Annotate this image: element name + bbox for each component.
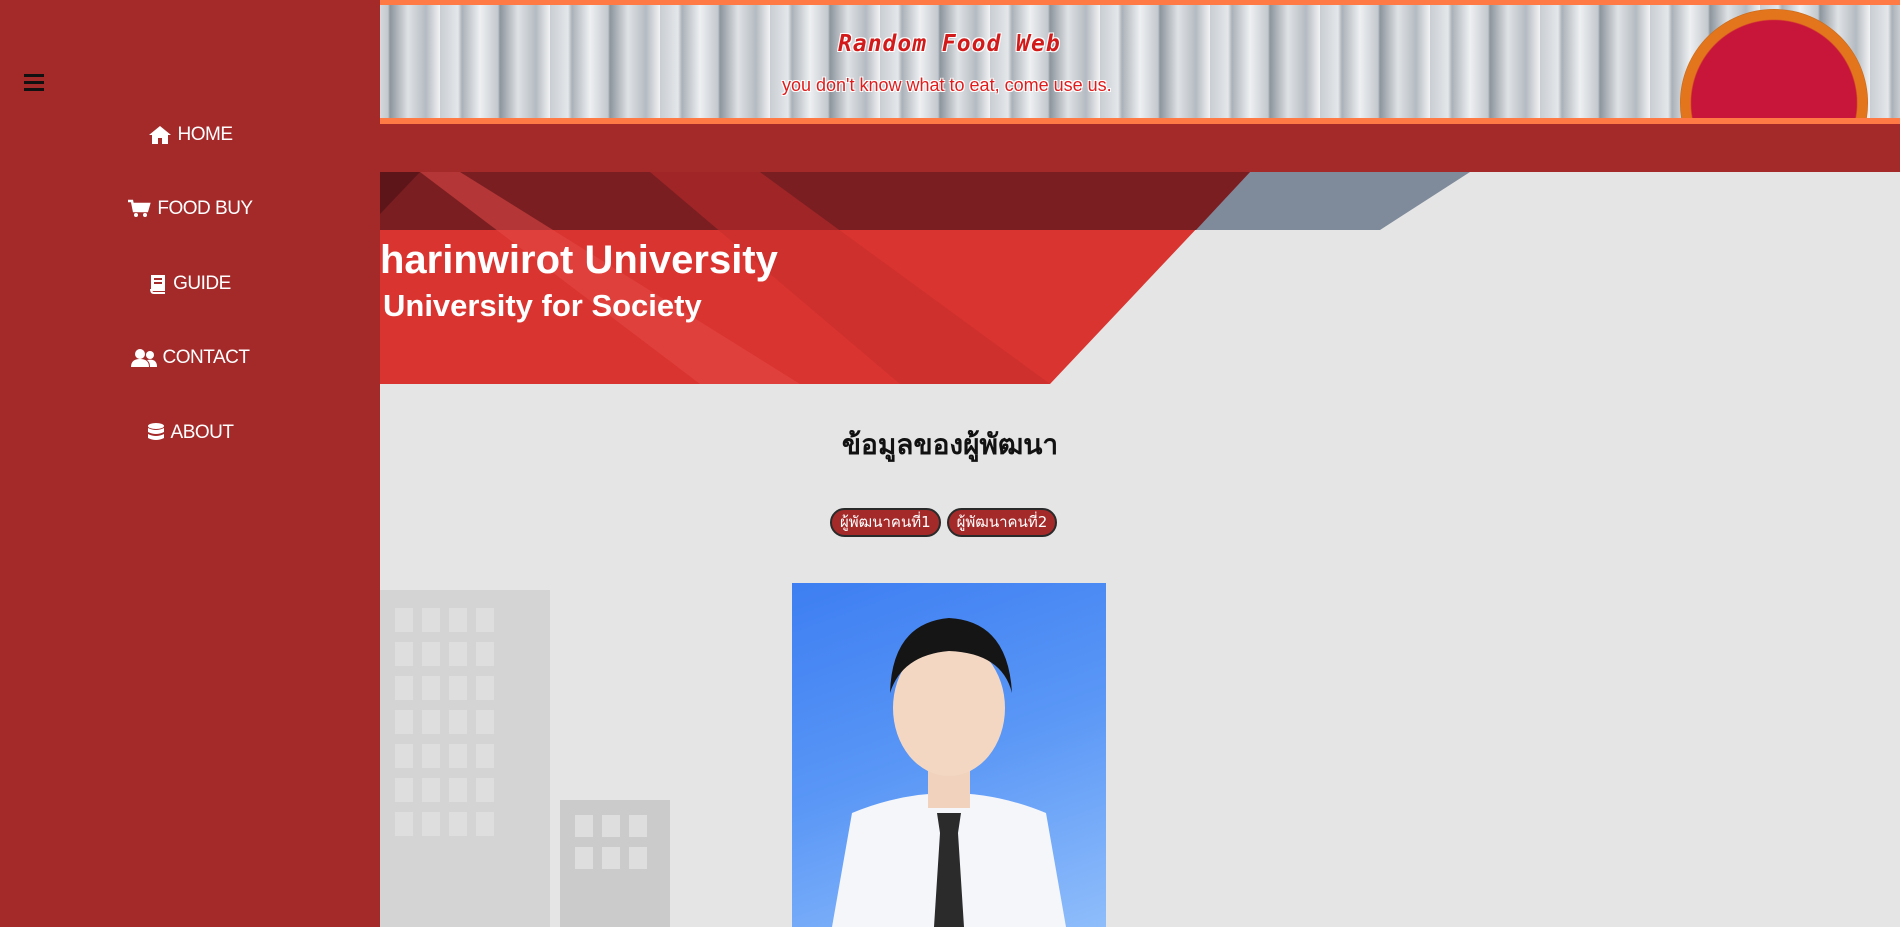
- site-tagline: you don't know what to eat, come use us.: [782, 75, 1112, 95]
- buildings-background-image: [380, 590, 670, 927]
- developer-tabs: ผู้พัฒนาคนที่1 ผู้พัฒนาคนที่2: [830, 508, 1058, 537]
- sidebar: HOME FOOD BUY GUIDE CONTACT ABOUT: [0, 0, 380, 927]
- sidebar-item-home[interactable]: HOME: [0, 120, 380, 150]
- site-title: Random Food Web: [838, 31, 1061, 57]
- sidebar-item-guide[interactable]: GUIDE: [0, 269, 380, 299]
- sidebar-item-food-buy[interactable]: FOOD BUY: [0, 194, 380, 224]
- sidebar-item-label: FOOD BUY: [157, 198, 253, 219]
- spice-bowl-image: [1680, 9, 1868, 118]
- developer-2-button[interactable]: ผู้พัฒนาคนที่2: [946, 508, 1058, 537]
- sidebar-item-label: CONTACT: [162, 347, 250, 368]
- sidebar-item-about[interactable]: ABOUT: [0, 418, 380, 448]
- database-icon: [147, 423, 164, 440]
- developer-photo: [792, 583, 1106, 927]
- sidebar-item-label: ABOUT: [170, 422, 234, 443]
- developer-portrait: [832, 618, 1066, 927]
- hero-university-slogan: University for Society: [383, 288, 702, 323]
- hero-university-name: harinwirot University: [380, 238, 778, 282]
- cart-icon: [128, 199, 152, 217]
- users-icon: [130, 349, 157, 367]
- sidebar-item-label: HOME: [177, 124, 234, 145]
- sidebar-item-contact[interactable]: CONTACT: [0, 343, 380, 373]
- book-icon: [150, 275, 166, 294]
- developer-1-button[interactable]: ผู้พัฒนาคนที่1: [830, 508, 941, 537]
- hamburger-icon[interactable]: [24, 74, 44, 92]
- home-icon: [148, 126, 171, 144]
- sidebar-item-label: GUIDE: [173, 273, 231, 294]
